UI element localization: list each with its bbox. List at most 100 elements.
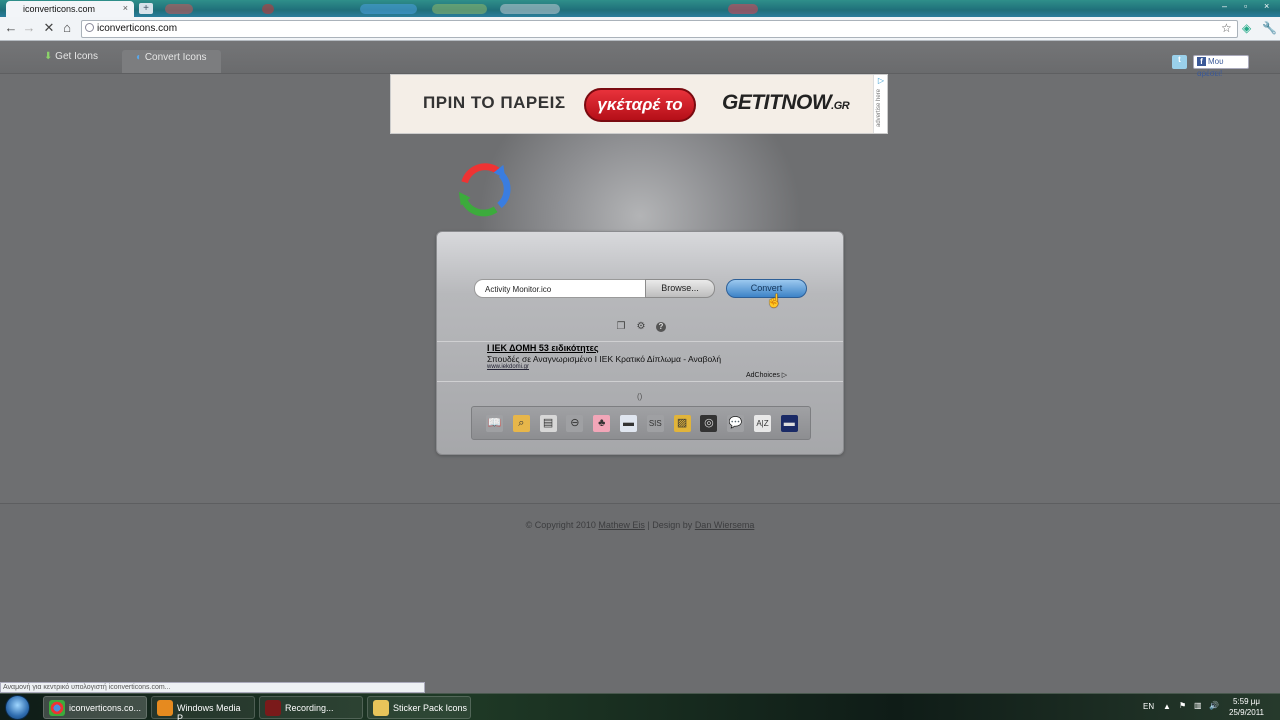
globe-icon: [85, 23, 94, 32]
text-ad-url-link[interactable]: www.iekdomi.gr: [487, 364, 529, 370]
icon-strip-caption: (): [637, 392, 643, 401]
ad-brand-logo: GETITNOW.GR: [722, 91, 850, 115]
recording-icon: [265, 700, 281, 716]
stop-icon[interactable]: ⊖: [566, 415, 584, 432]
taskbar-item-label: iconverticons.co...: [69, 703, 142, 713]
adchoices-link[interactable]: AdChoices ▷: [746, 371, 787, 379]
speech-bubble-icon[interactable]: 💬: [727, 415, 745, 432]
volume-icon[interactable]: 🔊: [1209, 701, 1219, 710]
action-center-flag-icon[interactable]: ⚑: [1179, 701, 1186, 710]
maximize-icon[interactable]: ▫: [1244, 1, 1247, 11]
web-page: ⬇ Get Icons ◐ Convert Icons t f Μου αρέσε…: [0, 41, 1280, 693]
converter-panel: Activity Monitor.ico Browse... Convert ☝…: [436, 231, 844, 455]
site-navigation: ⬇ Get Icons ◐ Convert Icons t f Μου αρέσε…: [0, 41, 1280, 78]
ad-brand-suffix: .GR: [831, 100, 850, 112]
text-ad-description: Σπουδές σε Αναγνωρισμένο Ι ΙΕΚ Κρατικό Δ…: [487, 354, 722, 364]
samsung-icon[interactable]: ▬: [620, 415, 637, 432]
taskbar-item-label: Sticker Pack Icons: [393, 703, 468, 713]
windows-taskbar: iconverticons.co... Windows Media P... R…: [0, 693, 1280, 720]
nav-get-icons[interactable]: ⬇ Get Icons: [44, 51, 98, 74]
chrome-icon: [49, 700, 65, 716]
address-bar[interactable]: iconverticons.com: [81, 20, 1238, 38]
taskbar-item-label: Windows Media P...: [177, 703, 241, 720]
folder-icon: [373, 700, 389, 716]
design-by-label: Design by: [652, 520, 693, 530]
minimize-icon[interactable]: ‒: [1222, 1, 1227, 11]
taskbar-item-label: Recording...: [285, 703, 334, 713]
bookmark-star-icon[interactable]: ☆: [1221, 21, 1232, 35]
close-tab-icon[interactable]: ×: [123, 3, 128, 13]
wallpaper-decoration: [728, 4, 758, 14]
ad-side-label: advertise here: [876, 88, 882, 127]
media-player-icon: [157, 700, 173, 716]
network-icon[interactable]: ▥: [1194, 701, 1202, 710]
taskbar-item-folder[interactable]: Sticker Pack Icons: [367, 696, 471, 719]
nav-get-icons-label: Get Icons: [55, 51, 98, 62]
sample-icon-strip: 📖 ⌕ ▤ ⊖ ♣ ▬ SIS ▨ ◎ 💬 A|Z ▬: [471, 406, 811, 440]
browse-button[interactable]: Browse...: [645, 279, 715, 298]
ad-headline: ΠΡΙΝ ΤΟ ΠΑΡΕΙΣ: [423, 93, 566, 112]
language-indicator[interactable]: EN: [1143, 702, 1154, 711]
site-footer: © Copyright 2010 Mathew Eis | Design by …: [0, 503, 1280, 693]
download-arrow-icon: ⬇: [44, 51, 53, 62]
browser-status-bar: Αναμονή για κεντρικό υπολογιστή iconvert…: [0, 682, 425, 693]
wallpaper-decoration: [165, 4, 193, 14]
facebook-like-button[interactable]: f Μου αρέσει!: [1193, 55, 1249, 78]
tab-title: iconverticons.com: [23, 4, 96, 14]
a-z-dictionary-icon[interactable]: A|Z: [754, 415, 771, 432]
wallpaper-decoration: [432, 4, 487, 14]
file-path-input[interactable]: Activity Monitor.ico: [474, 279, 646, 298]
sis-icon[interactable]: SIS: [646, 415, 664, 432]
help-icon[interactable]: ?: [656, 322, 666, 332]
home-icon[interactable]: ⌂: [59, 20, 75, 36]
ad-brand-name: GETITNOW: [722, 91, 832, 114]
wrench-icon[interactable]: 🔧: [1262, 21, 1277, 35]
browser-tabstrip: iconverticons.com × + ‒ ▫ ×: [0, 0, 1280, 17]
clock-date[interactable]: 25/9/2011: [1229, 708, 1264, 717]
nav-convert-icons[interactable]: ◐ Convert Icons: [122, 50, 221, 73]
hand-cursor-icon: ☝: [766, 293, 783, 308]
nav-convert-icons-label: Convert Icons: [144, 52, 207, 63]
ad-pill-button[interactable]: γκέταρέ το: [584, 88, 696, 122]
taskbar-item-recording[interactable]: Recording...: [259, 696, 363, 719]
banner-icon[interactable]: ▬: [780, 415, 798, 432]
twitter-icon[interactable]: t: [1172, 55, 1187, 69]
browser-toolbar: ← → ✕ ⌂ iconverticons.com ☆ ◈ 🔧: [0, 17, 1280, 41]
extension-icon[interactable]: ◈: [1242, 21, 1251, 35]
notepad-icon[interactable]: ▤: [539, 415, 557, 432]
new-tab-button[interactable]: +: [139, 3, 153, 14]
adchoices-icon[interactable]: ▷: [878, 76, 884, 85]
clock-time[interactable]: 5:59 μμ: [1233, 697, 1260, 706]
author-link[interactable]: Mathew Eis: [598, 520, 645, 530]
wallpaper-decoration: [360, 4, 417, 14]
browser-tab[interactable]: iconverticons.com ×: [6, 1, 134, 17]
designer-link[interactable]: Dan Wiersema: [695, 520, 755, 530]
stop-loading-icon[interactable]: ✕: [41, 20, 57, 36]
film-reel-icon[interactable]: ◎: [700, 415, 718, 432]
finder-search-icon[interactable]: ⌕: [512, 415, 530, 432]
show-hidden-icons-icon[interactable]: ▲: [1163, 702, 1171, 711]
forward-arrow-icon[interactable]: →: [21, 20, 37, 36]
back-arrow-icon[interactable]: ←: [3, 20, 19, 36]
book-icon[interactable]: 📖: [486, 415, 503, 432]
footer-separator: |: [647, 520, 650, 530]
taskbar-item-media-player[interactable]: Windows Media P...: [151, 696, 255, 720]
copyright-label: © Copyright 2010: [525, 520, 596, 530]
start-button-icon[interactable]: [5, 695, 30, 720]
facebook-icon: f: [1197, 57, 1206, 66]
text-ad-title-link[interactable]: Ι ΙΕΚ ΔΟΜΗ 53 ειδικότητες: [487, 343, 599, 353]
taskbar-item-chrome[interactable]: iconverticons.co...: [43, 696, 147, 719]
close-window-icon[interactable]: ×: [1264, 1, 1269, 11]
gear-icon[interactable]: ⚙: [636, 322, 646, 332]
colorful-stripes-icon[interactable]: ▨: [673, 415, 691, 432]
wallpaper-decoration: [500, 4, 560, 14]
iconverticons-logo-icon: [458, 163, 511, 217]
url-text: iconverticons.com: [97, 23, 178, 34]
wallpaper-decoration: [262, 4, 274, 14]
ad-banner[interactable]: ΠΡΙΝ ΤΟ ΠΑΡΕΙΣ γκέταρέ το GETITNOW.GR ad…: [390, 74, 888, 134]
convert-arrows-icon: ◐: [136, 52, 143, 63]
text-ad: Ι ΙΕΚ ΔΟΜΗ 53 ειδικότητες Σπουδές σε Ανα…: [437, 341, 843, 382]
layers-icon[interactable]: ❐: [616, 322, 626, 332]
copyright-text: © Copyright 2010 Mathew Eis | Design by …: [0, 520, 1280, 530]
cupcake-icon[interactable]: ♣: [593, 415, 611, 432]
